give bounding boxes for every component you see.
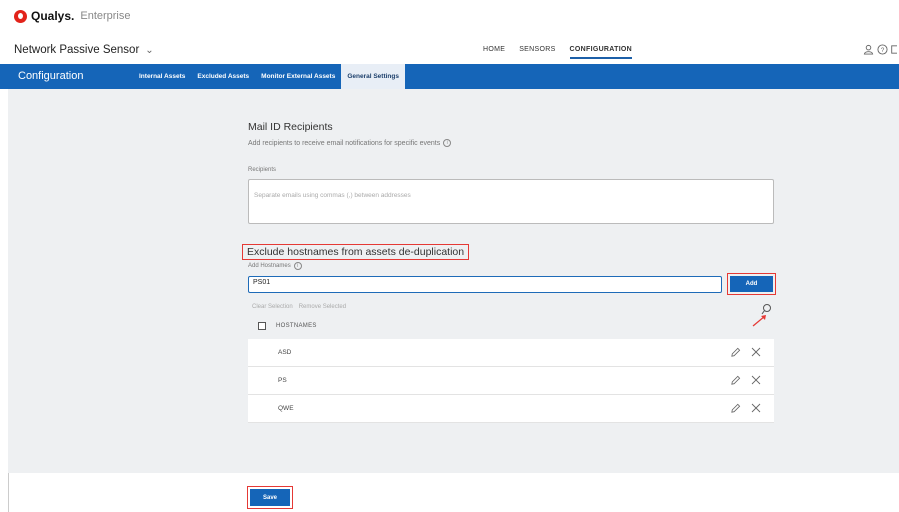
brand-edition: Enterprise bbox=[80, 10, 131, 22]
configuration-bar: Configuration Internal Assets Excluded A… bbox=[0, 64, 899, 89]
recipients-label: Recipients bbox=[248, 167, 277, 173]
nav-sensors[interactable]: SENSORS bbox=[519, 46, 555, 59]
table-row: QWE bbox=[248, 395, 774, 423]
qualys-logo[interactable]: Qualys. Enterprise bbox=[14, 9, 131, 23]
mail-description: Add recipients to receive email notifica… bbox=[248, 139, 441, 147]
app-switcher[interactable]: Network Passive Sensor ⌄ bbox=[14, 44, 154, 56]
qualys-logo-icon bbox=[14, 9, 27, 23]
add-button[interactable]: Add bbox=[730, 276, 773, 292]
app-name: Network Passive Sensor bbox=[14, 44, 140, 56]
hostname-cell: QWE bbox=[278, 405, 294, 412]
tab-excluded-assets[interactable]: Excluded Assets bbox=[191, 64, 255, 89]
exclude-section-title: Exclude hostnames from assets de-duplica… bbox=[242, 244, 470, 260]
nav-home[interactable]: HOME bbox=[483, 46, 505, 59]
hostname-input[interactable]: PS01 bbox=[248, 276, 722, 293]
table-row: ASD bbox=[248, 339, 774, 367]
edit-icon[interactable] bbox=[730, 403, 741, 414]
mail-section-title: Mail ID Recipients bbox=[248, 121, 333, 133]
selection-actions: Clear Selection Remove Selected bbox=[252, 304, 346, 310]
help-icon[interactable]: ? bbox=[877, 44, 888, 55]
recipients-placeholder: Separate emails using commas (,) between… bbox=[254, 192, 411, 199]
chevron-down-icon: ⌄ bbox=[145, 44, 154, 56]
nav-configuration[interactable]: CONFIGURATION bbox=[569, 46, 633, 59]
remove-selected-link[interactable]: Remove Selected bbox=[299, 304, 346, 310]
close-icon[interactable] bbox=[751, 347, 761, 357]
clear-selection-link[interactable]: Clear Selection bbox=[252, 304, 293, 310]
hostname-cell: ASD bbox=[278, 349, 292, 356]
config-tabs: Internal Assets Excluded Assets Monitor … bbox=[133, 64, 405, 89]
top-navigation: HOME SENSORS CONFIGURATION bbox=[483, 46, 633, 59]
tab-internal-assets[interactable]: Internal Assets bbox=[133, 64, 191, 89]
hostnames-column-header: HOSTNAMES bbox=[276, 323, 317, 329]
brand-name: Qualys. bbox=[31, 9, 75, 23]
add-button-highlight: Add bbox=[727, 273, 776, 295]
tab-monitor-external-assets[interactable]: Monitor External Assets bbox=[255, 64, 341, 89]
app-header: Network Passive Sensor ⌄ HOME SENSORS CO… bbox=[0, 34, 899, 64]
recipients-textarea[interactable]: Separate emails using commas (,) between… bbox=[248, 179, 774, 224]
add-hostnames-label: Add Hostnames bbox=[248, 263, 291, 269]
svg-text:?: ? bbox=[881, 47, 885, 54]
info-icon[interactable]: i bbox=[443, 139, 452, 147]
mail-icon[interactable] bbox=[891, 44, 897, 55]
annotation-arrow-icon bbox=[752, 315, 766, 327]
save-button-highlight: Save bbox=[247, 486, 293, 509]
user-icon[interactable] bbox=[863, 44, 874, 55]
add-hostnames-label-row: Add Hostnames i bbox=[248, 262, 302, 270]
save-button[interactable]: Save bbox=[250, 489, 290, 506]
edit-icon[interactable] bbox=[730, 375, 741, 386]
divider bbox=[8, 473, 9, 512]
top-header: Qualys. Enterprise bbox=[0, 0, 899, 34]
info-icon[interactable]: i bbox=[293, 262, 302, 270]
tab-general-settings[interactable]: General Settings bbox=[341, 64, 405, 89]
edit-icon[interactable] bbox=[730, 347, 741, 358]
select-all-checkbox[interactable] bbox=[258, 322, 266, 330]
page-title: Configuration bbox=[18, 70, 84, 82]
hostname-cell: PS bbox=[278, 377, 287, 384]
close-icon[interactable] bbox=[751, 375, 761, 385]
table-row: PS bbox=[248, 367, 774, 395]
mail-description-row: Add recipients to receive email notifica… bbox=[248, 139, 452, 147]
table-header: HOSTNAMES bbox=[258, 322, 317, 330]
close-icon[interactable] bbox=[751, 403, 761, 413]
header-icons: ? bbox=[863, 44, 897, 55]
